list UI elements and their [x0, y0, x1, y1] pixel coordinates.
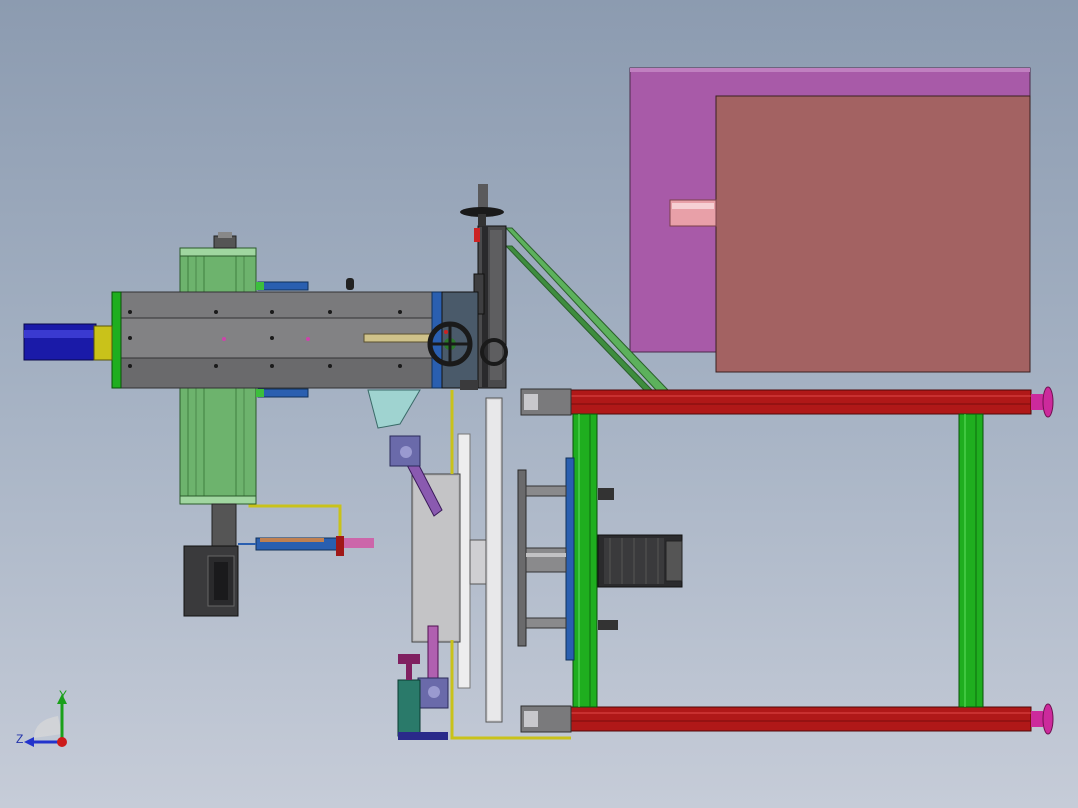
axis-arc [34, 716, 62, 738]
lower-clamp-arm [427, 625, 439, 687]
housing-assembly [629, 67, 1031, 373]
housing-brown-block [715, 95, 1031, 373]
cad-viewport[interactable] [0, 0, 1078, 808]
y-axis-label: Y [59, 688, 68, 702]
frame-bottom-bar [570, 706, 1032, 732]
z-axis-label: Z [16, 732, 24, 746]
servo-drive-assembly [517, 457, 683, 661]
axis-triad [24, 694, 67, 747]
foot-bottom [1031, 711, 1043, 727]
cyan-wedge [367, 389, 421, 429]
foot-top [1031, 394, 1043, 410]
wheel-assembly [411, 397, 503, 723]
gearbox-assembly [183, 503, 374, 617]
frame-top-bar [570, 389, 1032, 415]
slide-carriage [23, 232, 443, 505]
gray-mount-plate [517, 469, 527, 647]
x-axis-origin [57, 737, 67, 747]
frame-right-post [958, 413, 984, 708]
slide-motor [23, 323, 97, 361]
frame-left-post [572, 413, 598, 708]
machine-assembly-drawing [23, 67, 1054, 740]
housing-top-strip [630, 68, 1030, 72]
blue-mount-plate [565, 457, 575, 661]
